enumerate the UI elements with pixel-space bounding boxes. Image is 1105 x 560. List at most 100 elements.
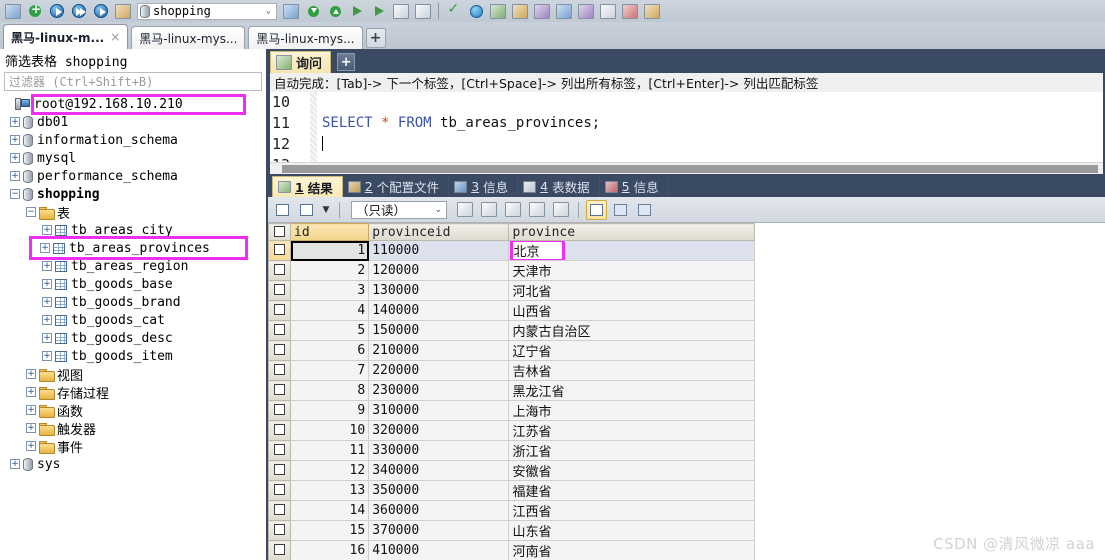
cell-provinceid[interactable]: 210000 [368, 340, 510, 361]
table-row[interactable]: 11 330000 浙江省 [268, 440, 755, 461]
cell-province[interactable]: 黑龙江省 [508, 380, 755, 401]
cell-province[interactable]: 内蒙古自治区 [508, 320, 755, 341]
tree-item-tb_goods_base[interactable]: + tb_goods_base [0, 275, 266, 293]
checkbox-icon[interactable] [274, 264, 286, 275]
close-icon[interactable]: × [110, 30, 120, 44]
new-window-tab-button[interactable]: + [365, 28, 386, 48]
cell-province[interactable]: 吉林省 [508, 360, 755, 381]
cell-provinceid[interactable]: 130000 [368, 280, 510, 301]
tree-item-tb_goods_brand[interactable]: + tb_goods_brand [0, 293, 266, 311]
cell-id[interactable]: 6 [290, 340, 370, 361]
cell-provinceid[interactable]: 230000 [368, 380, 510, 401]
column-header-province[interactable]: province [508, 223, 755, 241]
cell-provinceid[interactable]: 140000 [368, 300, 510, 321]
tree-item-tb_goods_item[interactable]: + tb_goods_item [0, 347, 266, 365]
cell-provinceid[interactable]: 350000 [368, 480, 510, 501]
apply-record-icon[interactable] [478, 200, 499, 220]
report-builder-icon[interactable] [412, 1, 434, 21]
result-tab-5[interactable]: 5 信息 [600, 176, 669, 197]
expand-icon[interactable]: + [10, 117, 20, 127]
expand-icon[interactable]: + [42, 333, 52, 343]
tree-item-存储过程[interactable]: + 存储过程 [0, 383, 266, 402]
forward-icon[interactable] [68, 1, 90, 21]
cell-provinceid[interactable]: 110000 [368, 240, 510, 261]
cell-province[interactable]: 江西省 [508, 500, 755, 521]
backup-icon[interactable] [280, 1, 302, 21]
row-checkbox[interactable] [268, 400, 292, 421]
cell-province[interactable]: 山东省 [508, 520, 755, 541]
row-checkbox[interactable] [268, 480, 292, 501]
cell-id[interactable]: 14 [290, 500, 370, 521]
chevron-down-icon[interactable]: ▼ [320, 200, 332, 220]
cell-provinceid[interactable]: 320000 [368, 420, 510, 441]
refresh-grid-icon[interactable] [550, 200, 571, 220]
tree-item-mysql[interactable]: + mysql [0, 149, 266, 167]
transfer-icon[interactable] [346, 1, 368, 21]
table-row[interactable]: 4 140000 山西省 [268, 300, 755, 321]
tree-item-root-192-168-10-210[interactable]: root@192.168.10.210 [0, 93, 266, 115]
cell-province[interactable]: 安徽省 [508, 460, 755, 481]
schedule-icon[interactable] [575, 1, 597, 21]
tree-item-触发器[interactable]: + 触发器 [0, 419, 266, 438]
truck-icon[interactable] [509, 1, 531, 21]
result-tab-4[interactable]: 4 表数据 [518, 176, 600, 197]
table-row[interactable]: 5 150000 内蒙古自治区 [268, 320, 755, 341]
tree-item-tb_goods_desc[interactable]: + tb_goods_desc [0, 329, 266, 347]
window-tab-0[interactable]: 黑马-linux-m... × [3, 24, 129, 49]
table-row[interactable]: 12 340000 安徽省 [268, 460, 755, 481]
checkbox-icon[interactable] [274, 404, 286, 415]
row-checkbox[interactable] [268, 320, 292, 341]
chart-icon[interactable] [597, 1, 619, 21]
cell-provinceid[interactable]: 340000 [368, 460, 510, 481]
table-row[interactable]: 9 310000 上海市 [268, 400, 755, 421]
expand-icon[interactable]: + [10, 459, 20, 469]
cell-provinceid[interactable]: 360000 [368, 500, 510, 521]
cell-provinceid[interactable]: 330000 [368, 440, 510, 461]
row-checkbox[interactable] [268, 440, 292, 461]
new-database-icon[interactable] [112, 1, 134, 21]
expand-icon[interactable]: + [42, 297, 52, 307]
checkbox-icon[interactable] [274, 544, 286, 555]
checkbox-icon[interactable] [274, 424, 286, 435]
database-selector[interactable]: shopping ⌄ [137, 2, 277, 20]
expand-icon[interactable]: + [42, 225, 52, 235]
checkbox-icon[interactable] [274, 244, 286, 255]
tree-item-事件[interactable]: + 事件 [0, 437, 266, 456]
expand-icon[interactable]: + [26, 405, 36, 415]
table-row[interactable]: 14 360000 江西省 [268, 500, 755, 521]
cell-province[interactable]: 河北省 [508, 280, 755, 301]
table-data-icon[interactable] [368, 1, 390, 21]
cell-id[interactable]: 7 [290, 360, 370, 381]
sql-editor[interactable]: 10 11 12 13 SELECT * FROM tb_areas_provi… [268, 92, 1105, 174]
checkbox-icon[interactable] [274, 464, 286, 475]
text-view-icon[interactable] [634, 200, 655, 220]
form-icon[interactable] [641, 1, 663, 21]
checkbox-icon[interactable] [274, 364, 286, 375]
cell-province[interactable]: 山西省 [508, 300, 755, 321]
checkbox-icon[interactable] [274, 344, 286, 355]
expand-icon[interactable]: + [26, 423, 36, 433]
result-grid-container[interactable]: id provinceid province 1 110000 北京 2 120000 天津市 3… [268, 223, 1105, 560]
window-tab-1[interactable]: 黑马-linux-mys... [131, 26, 246, 49]
cell-id[interactable]: 4 [290, 300, 370, 321]
checkbox-icon[interactable] [274, 444, 286, 455]
column-header-provinceid[interactable]: provinceid [368, 223, 510, 241]
table-row[interactable]: 15 370000 山东省 [268, 520, 755, 541]
tree-item-函数[interactable]: + 函数 [0, 401, 266, 420]
checkbox-icon[interactable] [274, 504, 286, 515]
cell-provinceid[interactable]: 310000 [368, 400, 510, 421]
row-checkbox[interactable] [268, 360, 292, 381]
column-header-id[interactable]: id [290, 223, 370, 241]
new-query-tab-button[interactable]: + [337, 53, 356, 71]
row-checkbox[interactable] [268, 260, 292, 281]
row-checkbox[interactable] [268, 420, 292, 441]
import-icon[interactable] [302, 1, 324, 21]
cell-id[interactable]: 12 [290, 460, 370, 481]
table-designer-icon[interactable] [619, 1, 641, 21]
cell-id[interactable]: 11 [290, 440, 370, 461]
tree-item-tb_areas_city[interactable]: + tb_areas_city [0, 221, 266, 239]
cell-province[interactable]: 天津市 [508, 260, 755, 281]
form-view-icon[interactable] [610, 200, 631, 220]
import-wizard-icon[interactable] [272, 200, 293, 220]
cell-provinceid[interactable]: 370000 [368, 520, 510, 541]
